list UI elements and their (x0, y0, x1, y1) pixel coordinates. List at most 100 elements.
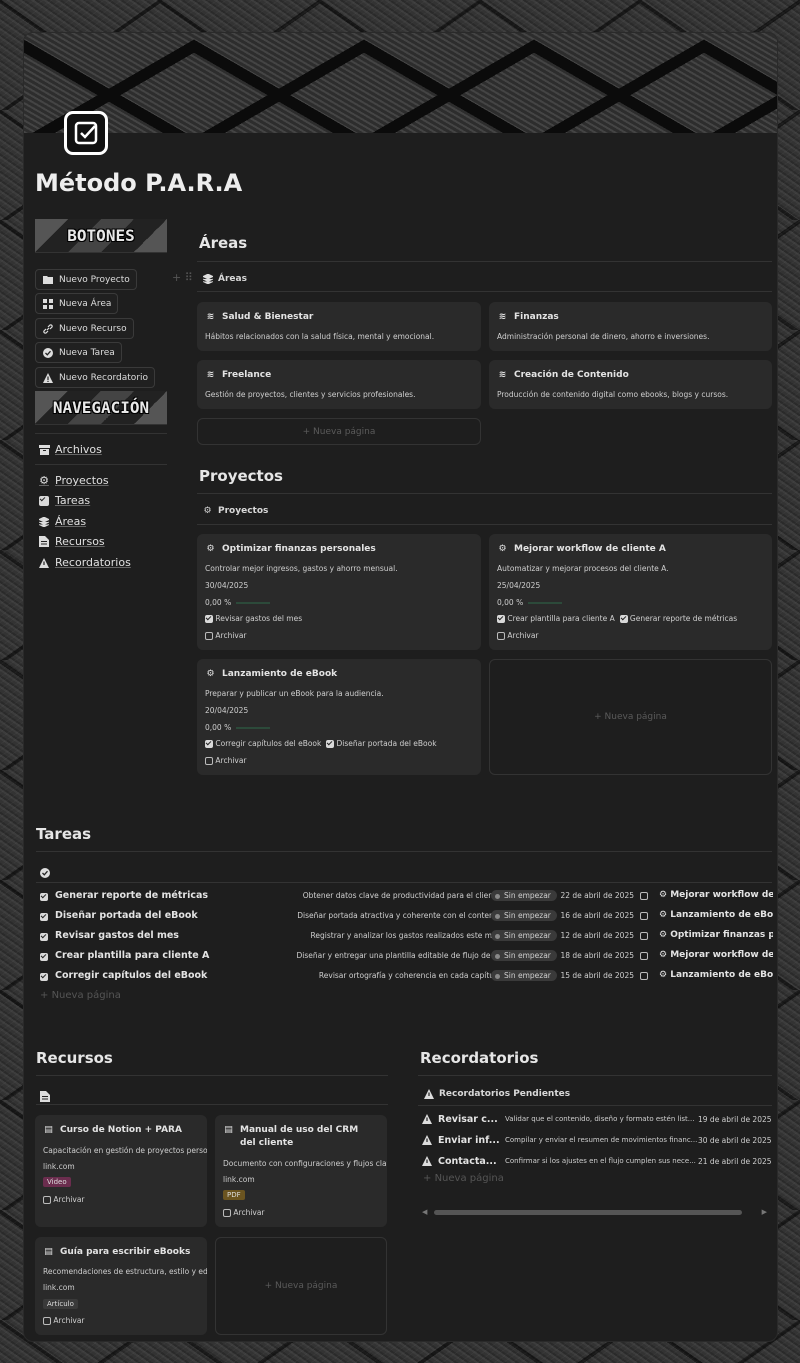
divider (197, 524, 772, 525)
task-row[interactable]: Corregir capítulos del eBook Revisar orto… (38, 967, 773, 987)
warning-icon (423, 1088, 434, 1099)
task-project[interactable]: ⚙ Lanzamiento de eBook (659, 910, 773, 920)
checkbox-icon (205, 740, 213, 748)
new-page-button[interactable]: + Nueva página (197, 418, 481, 445)
checkbox-page-icon[interactable] (64, 111, 108, 155)
task-name: Revisar gastos del mes (55, 930, 179, 941)
task-date: 22 de abril de 2025 (560, 891, 634, 900)
task-checkbox[interactable] (640, 972, 648, 980)
task-row[interactable]: Generar reporte de métricas Obtener datos… (38, 887, 773, 907)
project-card[interactable]: ⚙ Mejorar workflow de cliente A Automatiz… (489, 534, 772, 650)
link-icon (42, 323, 53, 334)
task-row[interactable]: Revisar gastos del mes Registrar y analiz… (38, 927, 773, 947)
area-card[interactable]: ≋ Finanzas Administración personal de din… (489, 302, 772, 351)
nav-projects[interactable]: ⚙ Proyectos (38, 474, 109, 487)
nav-archive[interactable]: Archivos (38, 443, 102, 456)
task-row[interactable]: Diseñar portada del eBook Diseñar portada… (38, 907, 773, 927)
tasks-heading: Tareas (36, 825, 92, 843)
divider (35, 464, 167, 465)
projects-database-title[interactable]: ⚙ Proyectos (202, 505, 268, 516)
checkbox-icon (40, 913, 48, 921)
reminder-row[interactable]: Revisar c... Validar que el contenido, di… (422, 1111, 772, 1131)
reminder-date: 30 de abril de 2025 (698, 1136, 772, 1145)
resource-card[interactable]: ▤ Curso de Notion + PARA Capacitación en … (35, 1115, 207, 1227)
reminder-row[interactable]: Contacta... Confirmar si los ajustes en e… (422, 1153, 772, 1173)
scroll-left-icon[interactable]: ◀ (422, 1208, 427, 1216)
task-project[interactable]: ⚙ Lanzamiento de eBook (659, 970, 773, 980)
stack-icon: ≋ (206, 370, 215, 380)
project-card[interactable]: ⚙ Optimizar finanzas personales Controlar… (197, 534, 481, 650)
archive-checkbox[interactable] (43, 1196, 51, 1204)
new-reminder-button[interactable]: Nuevo Recordatorio (35, 367, 156, 388)
reminder-description: Compilar y enviar el resumen de movimien… (505, 1136, 698, 1144)
document-icon: ▤ (224, 1125, 233, 1135)
new-page-button[interactable]: + Nueva página (215, 1237, 387, 1335)
archive-checkbox[interactable] (205, 632, 213, 640)
horizontal-scrollbar[interactable]: ◀ ▶ (422, 1208, 767, 1216)
new-project-button[interactable]: Nuevo Proyecto (35, 269, 137, 290)
task-checkbox[interactable] (640, 912, 648, 920)
buttons-banner: BOTONES (35, 219, 167, 253)
type-tag: Artículo (43, 1299, 78, 1309)
drag-handle[interactable]: + ⠿ (172, 271, 193, 284)
new-area-button[interactable]: Nueva Área (35, 293, 119, 314)
resource-card[interactable]: ▤ Guía para escribir eBooks Recomendacion… (35, 1237, 207, 1335)
project-card[interactable]: ⚙ Lanzamiento de eBook Preparar y publica… (197, 659, 481, 775)
task-project[interactable]: ⚙ Mejorar workflow de cli (659, 890, 773, 900)
area-card[interactable]: ≋ Freelance Gestión de proyectos, cliente… (197, 360, 481, 409)
status-badge[interactable]: Sin empezar (491, 970, 557, 981)
scroll-right-icon[interactable]: ▶ (762, 1208, 767, 1216)
checkbox-icon (40, 973, 48, 981)
new-reminder-row[interactable]: + Nueva página (423, 1173, 504, 1184)
task-row[interactable]: Crear plantilla para cliente A Diseñar y … (38, 947, 773, 967)
progress-bar (528, 602, 563, 604)
nav-areas[interactable]: Áreas (38, 515, 86, 528)
new-task-row[interactable]: + Nueva página (40, 990, 121, 1001)
status-badge[interactable]: Sin empezar (491, 930, 557, 941)
progress-bar (236, 602, 271, 604)
page-title: Método P.A.R.A (35, 169, 243, 197)
checkbox-icon (205, 615, 213, 623)
new-page-button[interactable]: + Nueva página (489, 659, 772, 775)
check-circle-icon[interactable] (40, 863, 50, 882)
status-badge[interactable]: Sin empezar (491, 910, 557, 921)
nav-reminders[interactable]: Recordatorios (38, 556, 131, 569)
new-resource-button[interactable]: Nuevo Recurso (35, 318, 134, 339)
status-badge[interactable]: Sin empezar (491, 890, 557, 901)
resource-card[interactable]: ▤ Manual de uso del CRM del cliente Docum… (215, 1115, 387, 1227)
resources-heading: Recursos (36, 1049, 113, 1067)
area-card[interactable]: ≋ Salud & Bienestar Hábitos relacionados … (197, 302, 481, 351)
task-checkbox[interactable] (640, 932, 648, 940)
task-project[interactable]: ⚙ Optimizar finanzas pers (659, 930, 773, 940)
archive-checkbox[interactable] (223, 1209, 231, 1217)
archive-checkbox[interactable] (205, 757, 213, 765)
divider (36, 851, 772, 852)
document-icon (38, 536, 50, 548)
task-project[interactable]: ⚙ Mejorar workflow de cli (659, 950, 773, 960)
task-checkbox[interactable] (640, 892, 648, 900)
checkbox-icon (326, 740, 335, 748)
scrollbar-thumb[interactable] (434, 1210, 742, 1215)
grid-icon (42, 298, 53, 309)
notion-page: Método P.A.R.A BOTONES Nuevo Proyecto Nu… (23, 32, 778, 1342)
reminder-row[interactable]: Enviar inf... Compilar y enviar el resume… (422, 1132, 772, 1152)
status-badge[interactable]: Sin empezar (491, 950, 557, 961)
task-checkbox[interactable] (640, 952, 648, 960)
nav-resources[interactable]: Recursos (38, 535, 105, 548)
archive-checkbox[interactable] (43, 1317, 51, 1325)
divider (36, 882, 772, 883)
projects-heading: Proyectos (199, 467, 283, 485)
new-task-button[interactable]: Nueva Tarea (35, 342, 122, 363)
areas-heading: Áreas (199, 234, 248, 252)
archive-checkbox[interactable] (497, 632, 505, 640)
navigation-banner: NAVEGACIÓN (35, 391, 167, 425)
type-tag: PDF (223, 1190, 245, 1200)
area-card[interactable]: ≋ Creación de Contenido Producción de con… (489, 360, 772, 409)
divider (197, 493, 772, 494)
gear-icon: ⚙ (206, 544, 215, 554)
document-icon: ▤ (44, 1247, 53, 1257)
areas-database-title[interactable]: Áreas (202, 273, 247, 284)
task-date: 16 de abril de 2025 (560, 911, 634, 920)
reminders-database-title[interactable]: Recordatorios Pendientes (423, 1088, 570, 1099)
nav-tasks[interactable]: Tareas (38, 494, 90, 507)
